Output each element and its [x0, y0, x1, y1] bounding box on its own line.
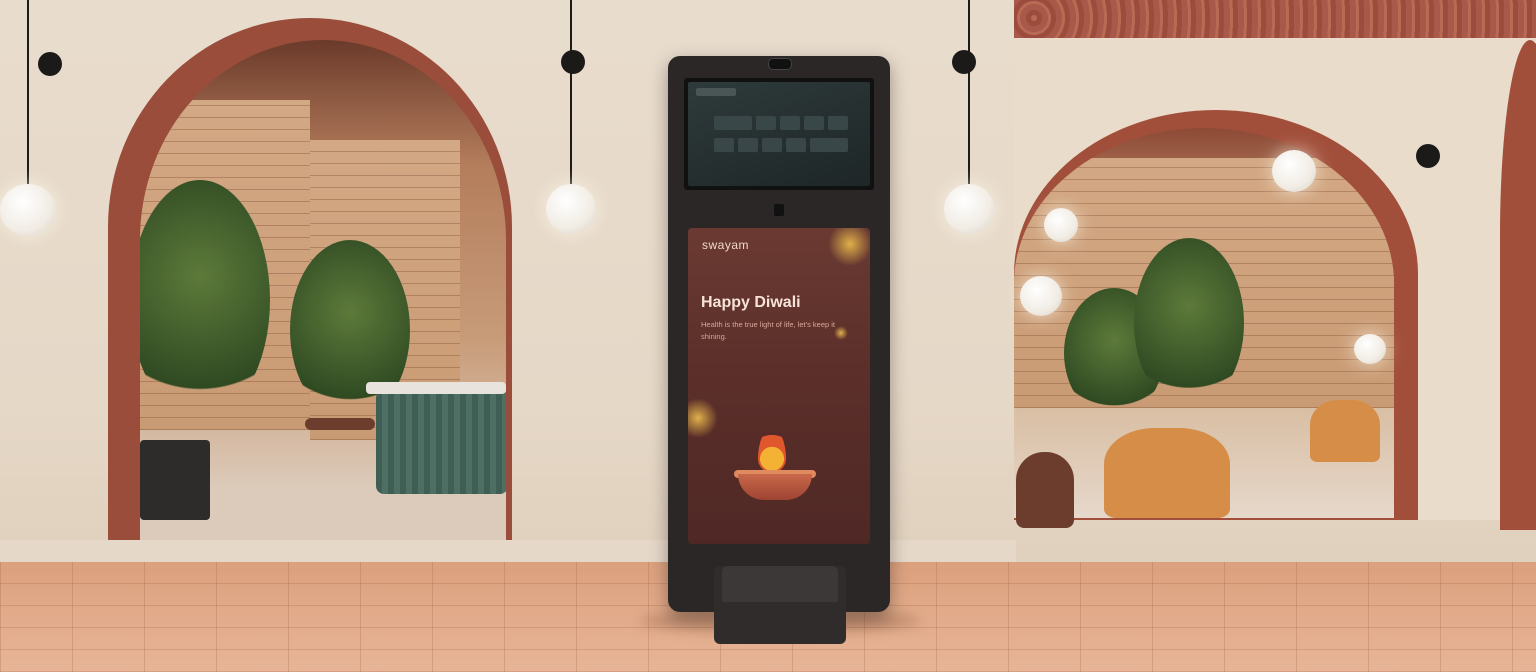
- lamp-cord: [570, 0, 572, 190]
- lamp-mount: [1416, 144, 1440, 168]
- health-kiosk: swayam Happy Diwali Health is the true l…: [668, 56, 890, 612]
- lamp-cord: [27, 0, 29, 190]
- bokeh-light: [688, 398, 718, 438]
- lamp-mount: [38, 52, 62, 76]
- screen-tile[interactable]: [786, 138, 806, 152]
- interior-scene: swayam Happy Diwali Health is the true l…: [0, 0, 1536, 672]
- armchair: [1104, 428, 1230, 518]
- pendant-lamp: [1354, 334, 1386, 364]
- screen-tile[interactable]: [804, 116, 824, 130]
- plant-pot: [140, 440, 210, 520]
- screen-tile[interactable]: [810, 138, 848, 152]
- left-arch-opening: [140, 40, 506, 540]
- bar-counter: [376, 390, 506, 494]
- screen-tile[interactable]: [714, 116, 752, 130]
- bokeh-light: [828, 228, 870, 266]
- armchair: [1310, 400, 1380, 462]
- potted-plant: [1134, 238, 1244, 408]
- pendant-lamp: [0, 184, 56, 236]
- poster-subtext: Health is the true light of life, let's …: [701, 320, 836, 341]
- screen-tile[interactable]: [756, 116, 776, 130]
- ceiling-pattern: [1014, 0, 1536, 38]
- screen-tile[interactable]: [738, 138, 758, 152]
- screen-tile[interactable]: [762, 138, 782, 152]
- lamp-mount: [952, 50, 976, 74]
- brand-logo: swayam: [702, 238, 750, 252]
- pendant-lamp: [1020, 276, 1062, 316]
- bar-stool: [305, 418, 375, 430]
- lamp-mount: [561, 50, 585, 74]
- poster-headline: Happy Diwali: [701, 294, 801, 311]
- poster-display: swayam Happy Diwali Health is the true l…: [688, 228, 870, 544]
- screen-header: [696, 88, 736, 96]
- touch-screen[interactable]: [684, 78, 874, 190]
- camera: [768, 58, 792, 70]
- screen-tile[interactable]: [828, 116, 848, 130]
- flame-icon: [758, 428, 786, 472]
- screen-tile[interactable]: [780, 116, 800, 130]
- pendant-lamp: [1044, 208, 1078, 242]
- screen-ui: [688, 82, 870, 186]
- counter-top: [366, 382, 506, 394]
- sensor: [774, 204, 784, 216]
- pendant-lamp: [1272, 150, 1316, 192]
- screen-tile[interactable]: [714, 138, 734, 152]
- side-table: [1016, 452, 1074, 528]
- pendant-lamp: [546, 184, 596, 234]
- lamp-cord: [968, 0, 970, 190]
- weighing-platform[interactable]: [722, 566, 838, 602]
- diya-icon: [738, 474, 812, 500]
- pendant-lamp: [944, 184, 994, 234]
